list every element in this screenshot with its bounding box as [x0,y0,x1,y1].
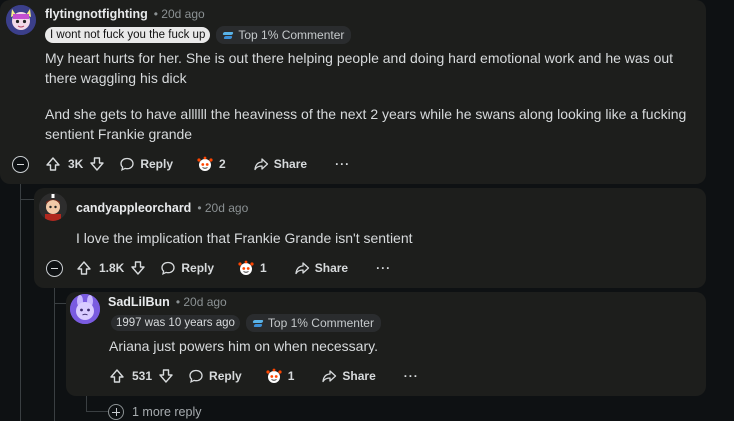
reply-button[interactable]: Reply [119,156,173,172]
timestamp[interactable]: • 20d ago [154,7,205,21]
award-count: 2 [219,157,226,171]
comment-bubble-icon [189,369,203,383]
comment-meta: flytingnotfighting • 20d ago [45,7,205,21]
share-label: Share [273,157,308,171]
username[interactable]: candyappleorchard [76,201,191,215]
downvote-button[interactable] [130,260,146,276]
downvote-button[interactable] [158,368,174,384]
comment-bubble-icon [161,261,176,275]
expand-plus-icon[interactable] [108,404,124,420]
share-icon [322,370,337,383]
thread-line-level2 [54,276,55,421]
downvote-icon [159,369,173,383]
award-icon [197,156,213,171]
share-button[interactable]: Share [253,156,307,172]
avatar[interactable] [70,294,100,324]
award-count: 1 [287,369,295,383]
top-commenter-icon [253,319,264,328]
thread-connector-more [86,411,108,412]
comment-body: Ariana just powers him on when necessary… [109,336,699,356]
timestamp[interactable]: • 20d ago [197,201,248,215]
collapse-thread-button[interactable] [12,156,29,173]
reply-label: Reply [140,157,174,171]
more-replies-link[interactable]: 1 more reply [108,404,201,420]
username[interactable]: SadLilBun [108,295,170,309]
collapse-thread-button[interactable] [46,260,63,277]
action-bar: 1.8K Reply 1 Share ··· [76,256,391,280]
comment-paragraph: And she gets to have allllll the heavine… [45,106,687,142]
comment-paragraph: Ariana just powers him on when necessary… [109,338,378,354]
vote-count: 1.8K [99,261,125,275]
thread-line-root [20,172,21,421]
downvote-button[interactable] [89,156,105,172]
flair-row: 1997 was 10 years ago Top 1% Commenter [111,314,381,332]
more-replies-label[interactable]: 1 more reply [132,405,201,419]
share-button[interactable]: Share [294,260,348,276]
reply-button[interactable]: Reply [160,260,214,276]
award-count: 1 [260,261,267,275]
vote-count: 531 [132,369,153,383]
avatar[interactable] [39,193,67,221]
award-icon [266,368,282,383]
upvote-button[interactable] [76,260,92,276]
upvote-icon [110,369,124,383]
upvote-button[interactable] [45,156,61,172]
share-label: Share [314,261,349,275]
share-icon [295,262,309,275]
action-bar: 3K Reply 2 Share ··· [45,152,350,176]
comment-bubble-icon [120,157,134,171]
comment-meta: SadLilBun • 20d ago [108,295,227,309]
award-button[interactable]: 1 [265,368,295,384]
more-options-button[interactable]: ··· [376,261,391,275]
timestamp[interactable]: • 20d ago [176,295,227,309]
avatar[interactable] [6,5,36,35]
more-options-button[interactable]: ··· [335,157,350,171]
upvote-icon [46,157,60,171]
award-button[interactable]: 1 [237,260,267,276]
award-icon [238,260,254,275]
share-label: Share [342,369,376,383]
share-button[interactable]: Share [321,368,376,384]
top-commenter-badge: Top 1% Commenter [216,26,352,44]
comment-body: My heart hurts for her. She is out there… [45,48,695,144]
downvote-icon [90,157,105,171]
upvote-button[interactable] [109,368,125,384]
more-options-button[interactable]: ··· [404,369,419,383]
vote-count: 3K [68,157,84,171]
comment-meta: candyappleorchard • 20d ago [76,201,248,215]
comment-paragraph: My heart hurts for her. She is out there… [45,50,674,86]
reply-label: Reply [209,369,242,383]
top-commenter-badge: Top 1% Commenter [245,314,381,332]
top-commenter-icon [223,31,234,40]
action-bar: 531 Reply 1 Share ··· [109,364,419,388]
user-flair: 1997 was 10 years ago [111,315,240,331]
comment-paragraph: I love the implication that Frankie Gran… [76,230,413,246]
award-button[interactable]: 2 [196,156,226,172]
flair-row: I wont not fuck you the fuck up Top 1% C… [45,26,352,44]
username[interactable]: flytingnotfighting [45,7,148,21]
badge-label: Top 1% Commenter [267,316,374,330]
share-icon [254,158,268,171]
reply-label: Reply [181,261,215,275]
reply-button[interactable]: Reply [188,368,242,384]
user-flair: I wont not fuck you the fuck up [45,27,211,43]
comment-body: I love the implication that Frankie Gran… [76,228,696,248]
downvote-icon [131,261,146,275]
badge-label: Top 1% Commenter [238,28,345,42]
upvote-icon [77,261,91,275]
